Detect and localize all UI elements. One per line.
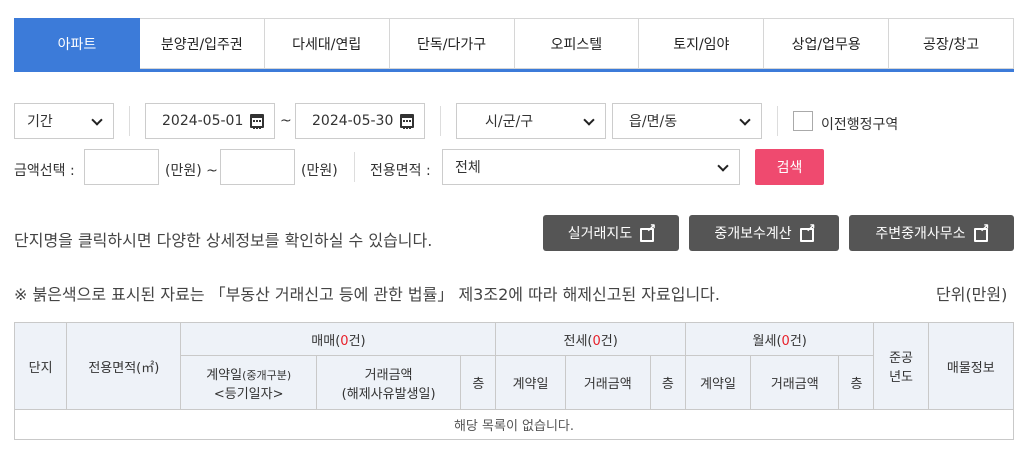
- nearby-agents-button[interactable]: 주변중개사무소: [849, 215, 1014, 251]
- end-date-value: 2024-05-30: [312, 113, 394, 129]
- cancellation-notice: ※ 붉은색으로 표시된 자료는 「부동산 거래신고 등에 관한 법률」 제3조2…: [14, 285, 720, 304]
- tab-detached[interactable]: 단독/다가구: [389, 18, 515, 69]
- col-danji: 단지: [13, 322, 68, 410]
- old-district-checkbox[interactable]: [793, 111, 813, 131]
- external-link-icon: [799, 221, 816, 242]
- tab-presale-rights[interactable]: 분양권/입주권: [139, 18, 265, 69]
- col-jeonse-group: 전세(0건): [495, 322, 686, 356]
- calendar-icon[interactable]: [400, 114, 414, 129]
- divider: [777, 106, 778, 136]
- col-jeonse-contract-date: 계약일: [495, 355, 566, 410]
- period-select[interactable]: 기간: [14, 103, 114, 139]
- area-select[interactable]: 전체: [442, 149, 740, 185]
- price-unit-label: (만원): [301, 163, 338, 179]
- agents-button-label: 주변중개사무소: [875, 226, 966, 242]
- col-area: 전용면적(㎡): [66, 322, 182, 410]
- end-date-field[interactable]: 2024-05-30: [295, 103, 425, 139]
- area-label: 전용면적 :: [370, 163, 431, 179]
- price-unit-label: (만원) ~: [165, 163, 218, 179]
- col-jeonse-floor: 층: [649, 355, 686, 410]
- search-button[interactable]: 검색: [755, 149, 824, 185]
- chevron-down-icon: [583, 114, 595, 126]
- price-label: 금액선택 :: [14, 163, 75, 179]
- transactions-table: 단지 전용면적(㎡) 매매(0건) 전세(0건) 월세(0건) 준공 년도 매물정…: [13, 322, 1015, 440]
- col-jeonse-amount: 거래금액: [564, 355, 651, 410]
- eupmyeondong-select[interactable]: 읍/면/동: [612, 103, 762, 139]
- old-district-label: 이전행정구역: [821, 117, 899, 133]
- start-date-value: 2024-05-01: [162, 113, 244, 129]
- tab-multiplex[interactable]: 다세대/연립: [264, 18, 390, 69]
- col-wolse-group: 월세(0건): [684, 322, 875, 356]
- fee-button-label: 중개보수계산: [714, 226, 792, 242]
- wolse-count: 0: [781, 333, 790, 349]
- sigungu-select-value: 시/군/구: [485, 114, 534, 130]
- external-link-icon: [640, 221, 656, 242]
- tab-commercial[interactable]: 상업/업무용: [764, 18, 890, 69]
- jeonse-count: 0: [592, 333, 601, 349]
- col-built-year: 준공 년도: [873, 322, 929, 410]
- min-price-input[interactable]: [84, 149, 159, 185]
- divider: [129, 106, 130, 136]
- col-sale-group: 매매(0건): [180, 322, 497, 356]
- date-range-tilde: ~: [280, 113, 292, 129]
- tab-land[interactable]: 토지/임야: [639, 18, 765, 69]
- chevron-down-icon: [717, 160, 729, 172]
- tab-factory[interactable]: 공장/창고: [889, 18, 1014, 69]
- divider: [440, 106, 441, 136]
- area-select-value: 전체: [455, 160, 481, 176]
- col-sale-amount: 거래금액 (해제사유발생일): [315, 355, 462, 410]
- max-price-input[interactable]: [220, 149, 295, 185]
- col-wolse-contract-date: 계약일: [684, 355, 752, 410]
- col-wolse-amount: 거래금액: [750, 355, 840, 410]
- chevron-down-icon: [91, 114, 103, 126]
- tab-officetel[interactable]: 오피스텔: [514, 18, 640, 69]
- sale-count: 0: [340, 333, 349, 349]
- period-select-value: 기간: [27, 114, 53, 130]
- sigungu-select[interactable]: 시/군/구: [456, 103, 606, 139]
- col-sale-contract-date: 계약일(중개구분) <등기일자>: [180, 355, 317, 410]
- unit-label: 단위(만원): [936, 285, 1008, 304]
- eupmyeondong-select-value: 읍/면/동: [629, 114, 678, 130]
- col-wolse-floor: 층: [838, 355, 875, 410]
- real-transaction-map-button[interactable]: 실거래지도: [543, 215, 679, 251]
- start-date-field[interactable]: 2024-05-01: [145, 103, 275, 139]
- divider: [354, 152, 355, 182]
- detail-hint-text: 단지명을 클릭하시면 다양한 상세정보를 확인하실 수 있습니다.: [14, 231, 433, 250]
- external-link-icon: [973, 221, 990, 242]
- chevron-down-icon: [739, 114, 751, 126]
- calendar-icon[interactable]: [250, 114, 264, 129]
- map-button-label: 실거래지도: [567, 226, 633, 242]
- col-sale-floor: 층: [460, 355, 497, 410]
- col-listing-info: 매물정보: [927, 322, 1015, 410]
- property-type-tabs: 아파트 분양권/입주권 다세대/연립 단독/다가구 오피스텔 토지/임야 상업/…: [14, 18, 1014, 72]
- empty-row-message: 해당 목록이 없습니다.: [14, 409, 1014, 440]
- brokerage-fee-calculator-button[interactable]: 중개보수계산: [689, 215, 839, 251]
- tab-apartment[interactable]: 아파트: [14, 18, 140, 69]
